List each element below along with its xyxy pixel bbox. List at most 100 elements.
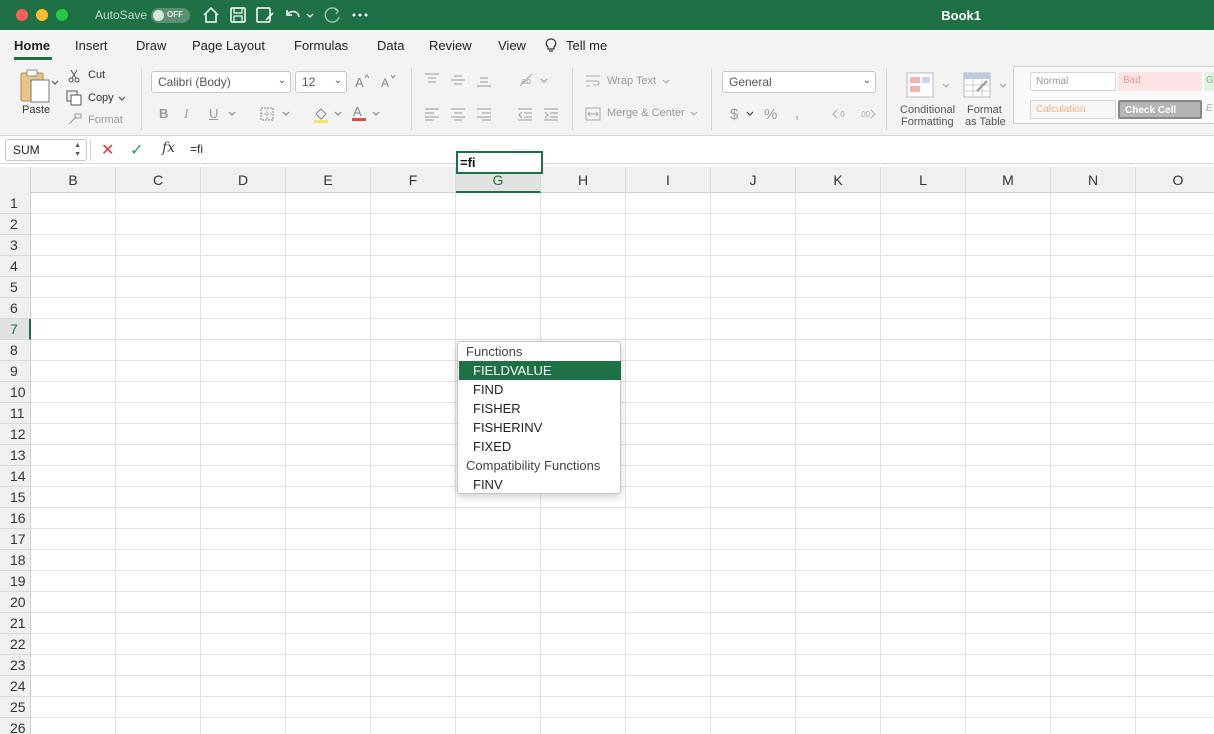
formula-input[interactable]: =fi	[190, 142, 203, 156]
row-header-25[interactable]: 25	[0, 697, 31, 718]
wrap-text-button[interactable]: Wrap Text	[607, 75, 656, 87]
decrease-indent-icon[interactable]	[517, 107, 533, 121]
align-middle-icon[interactable]	[450, 73, 466, 87]
style-check-cell[interactable]: Check Cell	[1118, 100, 1202, 119]
select-all-corner[interactable]	[0, 167, 31, 193]
orientation-dropdown-icon[interactable]	[540, 77, 548, 85]
decrease-decimal-icon[interactable]: .00	[858, 106, 876, 122]
increase-indent-icon[interactable]	[543, 107, 559, 121]
increase-decimal-icon[interactable]: .0	[830, 106, 848, 122]
row-header-3[interactable]: 3	[0, 235, 31, 256]
tab-home[interactable]: Home	[14, 38, 50, 53]
conditional-formatting-dropdown-icon[interactable]	[942, 82, 950, 90]
font-name-select[interactable]: Calibri (Body) ⌄	[151, 71, 291, 93]
cut-button[interactable]: Cut	[88, 69, 105, 81]
style-good[interactable]: G	[1204, 72, 1214, 91]
function-option-fieldvalue[interactable]: FIELDVALUE	[459, 361, 621, 380]
align-left-icon[interactable]	[424, 107, 440, 121]
column-header-j[interactable]: J	[711, 167, 796, 193]
tab-formulas[interactable]: Formulas	[294, 38, 348, 53]
function-option-fisher[interactable]: FISHER	[459, 399, 621, 418]
row-header-23[interactable]: 23	[0, 655, 31, 676]
row-header-21[interactable]: 21	[0, 613, 31, 634]
column-header-f[interactable]: F	[371, 167, 456, 193]
tab-view[interactable]: View	[498, 38, 526, 53]
borders-dropdown-icon[interactable]	[282, 110, 290, 118]
column-header-i[interactable]: I	[626, 167, 711, 193]
row-header-14[interactable]: 14	[0, 466, 31, 487]
merge-dropdown-icon[interactable]	[690, 110, 698, 118]
row-header-4[interactable]: 4	[0, 256, 31, 277]
insert-function-icon[interactable]: fx	[162, 140, 175, 156]
column-header-d[interactable]: D	[201, 167, 286, 193]
row-header-17[interactable]: 17	[0, 529, 31, 550]
fill-color-dropdown-icon[interactable]	[334, 110, 342, 118]
style-calculation[interactable]: Calculation	[1030, 100, 1116, 119]
function-option-fixed[interactable]: FIXED	[459, 437, 621, 456]
row-header-11[interactable]: 11	[0, 403, 31, 424]
function-option-fisherinv[interactable]: FISHERINV	[459, 418, 621, 437]
row-header-16[interactable]: 16	[0, 508, 31, 529]
borders-icon[interactable]	[259, 106, 275, 122]
row-header-22[interactable]: 22	[0, 634, 31, 655]
text-orientation-icon[interactable]: ab	[518, 72, 536, 88]
align-top-icon[interactable]	[424, 73, 440, 87]
paste-label[interactable]: Paste	[22, 104, 50, 116]
column-header-l[interactable]: L	[881, 167, 966, 193]
row-header-8[interactable]: 8	[0, 340, 31, 361]
style-normal[interactable]: Normal	[1030, 72, 1116, 91]
style-bad[interactable]: Bad	[1118, 72, 1202, 91]
decrease-font-size-icon[interactable]: A	[380, 73, 396, 89]
row-header-24[interactable]: 24	[0, 676, 31, 697]
number-format-select[interactable]: General ⌄	[722, 71, 876, 93]
column-header-b[interactable]: B	[31, 167, 116, 193]
tab-page-layout[interactable]: Page Layout	[192, 38, 265, 53]
row-header-2[interactable]: 2	[0, 214, 31, 235]
wrap-text-icon[interactable]	[585, 73, 601, 89]
name-box-stepper-icon[interactable]: ▲ ▼	[74, 141, 81, 159]
font-size-select[interactable]: 12 ⌄	[295, 71, 347, 93]
tab-insert[interactable]: Insert	[75, 38, 108, 53]
row-header-18[interactable]: 18	[0, 550, 31, 571]
italic-button[interactable]: I	[184, 106, 188, 122]
merge-center-icon[interactable]	[585, 106, 601, 122]
column-header-o[interactable]: O	[1136, 167, 1214, 193]
paste-dropdown-icon[interactable]	[51, 78, 59, 88]
bold-button[interactable]: B	[159, 106, 168, 121]
scissors-icon[interactable]	[68, 69, 80, 83]
column-header-h[interactable]: H	[541, 167, 626, 193]
cancel-entry-icon[interactable]: ✕	[101, 140, 114, 160]
conditional-formatting-icon[interactable]	[906, 71, 938, 101]
align-bottom-icon[interactable]	[476, 73, 492, 87]
paste-icon[interactable]	[18, 68, 52, 104]
row-header-19[interactable]: 19	[0, 571, 31, 592]
column-header-c[interactable]: C	[116, 167, 201, 193]
row-header-13[interactable]: 13	[0, 445, 31, 466]
tab-review[interactable]: Review	[429, 38, 472, 53]
conditional-formatting-label-2[interactable]: Formatting	[901, 116, 954, 128]
row-header-9[interactable]: 9	[0, 361, 31, 382]
tell-me-search[interactable]: Tell me	[566, 38, 607, 53]
row-header-7[interactable]: 7	[0, 319, 31, 340]
row-header-15[interactable]: 15	[0, 487, 31, 508]
format-as-table-label-2[interactable]: as Table	[965, 116, 1006, 128]
row-header-1[interactable]: 1	[0, 193, 31, 214]
align-center-icon[interactable]	[450, 107, 466, 121]
format-painter-button[interactable]: Format	[88, 114, 123, 126]
row-header-20[interactable]: 20	[0, 592, 31, 613]
active-cell-editor[interactable]: =fi	[456, 151, 543, 174]
name-box[interactable]: SUM ▲ ▼	[5, 139, 87, 161]
function-option-finv[interactable]: FINV	[459, 475, 621, 494]
row-header-26[interactable]: 26	[0, 718, 31, 734]
font-color-dropdown-icon[interactable]	[372, 110, 380, 118]
format-as-table-icon[interactable]	[963, 71, 995, 101]
percent-icon[interactable]: %	[764, 106, 777, 123]
row-header-12[interactable]: 12	[0, 424, 31, 445]
row-header-5[interactable]: 5	[0, 277, 31, 298]
row-header-6[interactable]: 6	[0, 298, 31, 319]
currency-icon[interactable]: $	[730, 106, 738, 123]
align-right-icon[interactable]	[476, 107, 492, 121]
copy-button[interactable]: Copy	[88, 92, 114, 104]
row-header-10[interactable]: 10	[0, 382, 31, 403]
comma-style-icon[interactable]: ,	[795, 105, 799, 122]
